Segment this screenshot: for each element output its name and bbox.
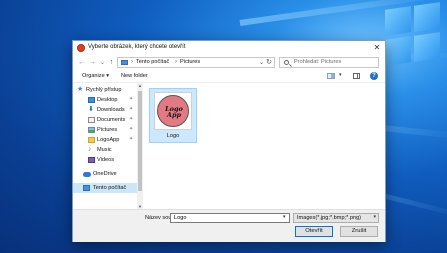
dialog-title: Vyberte obrázek, který chcete otevřít	[88, 44, 186, 50]
view-dropdown-icon[interactable]: ▾	[339, 72, 342, 78]
star-icon: ★	[77, 86, 84, 93]
new-folder-button[interactable]: New folder	[121, 73, 148, 79]
cloud-icon	[83, 172, 91, 177]
refresh-icon[interactable]: ↻	[266, 58, 272, 66]
file-item-logo[interactable]: Logo App Logo	[149, 88, 197, 143]
videos-icon	[88, 157, 95, 163]
forward-button[interactable]: →	[88, 58, 97, 68]
music-icon: ♪	[88, 146, 92, 153]
search-input[interactable]: Prohledat: Pictures	[279, 57, 379, 68]
scroll-up-icon[interactable]: ▲	[137, 83, 143, 88]
address-dropdown-icon[interactable]: ⌄	[259, 59, 264, 66]
chevron-down-icon: ⌄	[99, 60, 106, 66]
nav-item-quick-access[interactable]: ★ Rychlý přístup	[73, 85, 137, 95]
nav-item-logoapp[interactable]: LogoApp ✦	[73, 135, 137, 145]
pictures-icon	[88, 127, 95, 133]
close-icon: ✕	[373, 43, 381, 52]
file-thumbnail: Logo App	[154, 92, 192, 130]
file-name: Logo	[166, 133, 180, 139]
organize-button[interactable]: Organize ▾	[82, 73, 109, 79]
thumbnail-text: Logo App	[165, 105, 183, 119]
download-icon: ⬇	[88, 106, 94, 113]
chevron-down-icon: ▾	[373, 214, 376, 220]
pin-icon: ✦	[129, 126, 134, 132]
search-placeholder: Prohledat: Pictures	[294, 59, 342, 65]
close-button[interactable]: ✕	[371, 41, 383, 55]
preview-pane-icon[interactable]	[353, 73, 360, 79]
dialog-footer: Název souboru: Logo ▾ Images(*.jpg;*.bmp…	[73, 209, 385, 242]
desktop-icon	[88, 97, 95, 103]
nav-item-music[interactable]: ♪ Music	[73, 145, 137, 155]
nav-item-downloads[interactable]: ⬇ Downloads ✦	[73, 105, 137, 115]
computer-icon	[121, 60, 128, 65]
search-icon	[284, 60, 289, 65]
nav-item-documents[interactable]: Documents ✦	[73, 115, 137, 125]
nav-item-label: Documents	[97, 116, 126, 123]
breadcrumb-pictures[interactable]: Pictures	[180, 59, 200, 65]
breadcrumb-this-pc[interactable]: Tento počítač	[136, 59, 169, 65]
documents-icon	[88, 117, 95, 123]
help-icon[interactable]: ?	[370, 72, 378, 80]
address-bar[interactable]: › Tento počítač › Pictures ⌄ ↻	[117, 57, 275, 68]
back-button[interactable]: ←	[77, 58, 86, 68]
nav-item-desktop[interactable]: Desktop ✦	[73, 95, 137, 105]
pin-icon: ✦	[129, 116, 134, 122]
nav-item-label: Pictures	[97, 126, 118, 133]
arrow-up-icon: ↑	[109, 59, 114, 66]
scrollbar-thumb[interactable]	[138, 91, 142, 191]
navigation-pane: ★ Rychlý přístup Desktop ✦ ⬇ Downloads ✦…	[73, 83, 137, 209]
computer-icon	[83, 185, 90, 191]
arrow-left-icon: ←	[78, 59, 85, 66]
breadcrumb-separator: ›	[175, 59, 177, 65]
nav-item-label: Music	[97, 146, 112, 153]
pin-icon: ✦	[129, 136, 134, 142]
address-row: ← → ⌄ ↑ › Tento počítač › Pictures ⌄ ↻ P…	[73, 56, 385, 70]
app-icon	[77, 44, 85, 52]
nav-item-label: Rychlý přístup	[86, 86, 122, 93]
pin-icon: ✦	[129, 106, 134, 112]
arrow-right-icon: →	[89, 59, 96, 66]
nav-item-label: Desktop	[97, 96, 118, 103]
filetype-value: Images(*.jpg;*.bmp;*.png)	[297, 215, 362, 221]
nav-item-this-pc[interactable]: Tento počítač	[73, 183, 137, 193]
nav-item-pictures[interactable]: Pictures ✦	[73, 125, 137, 135]
filetype-select[interactable]: Images(*.jpg;*.bmp;*.png) ▾	[293, 213, 379, 223]
cancel-button[interactable]: Zrušit	[340, 226, 378, 237]
nav-item-onedrive[interactable]: OneDrive	[73, 169, 137, 179]
breadcrumb-separator: ›	[131, 59, 133, 65]
open-file-dialog: Vyberte obrázek, který chcete otevřít ✕ …	[72, 40, 386, 242]
filename-input[interactable]: Logo	[170, 213, 290, 223]
filename-dropdown-icon[interactable]: ▾	[283, 214, 286, 220]
nav-item-label: LogoApp	[97, 136, 120, 143]
recent-locations-button[interactable]: ⌄	[98, 58, 107, 68]
open-button[interactable]: Otevřít	[295, 226, 333, 237]
windows-logo	[385, 2, 445, 68]
up-button[interactable]: ↑	[107, 58, 116, 68]
navigation-scrollbar[interactable]: ▲ ▼	[137, 83, 143, 209]
title-bar[interactable]: Vyberte obrázek, který chcete otevřít ✕	[73, 41, 385, 55]
logo-image: Logo App	[157, 95, 189, 127]
nav-item-videos[interactable]: Videos	[73, 155, 137, 165]
pin-icon: ✦	[129, 96, 134, 102]
folder-icon	[88, 137, 95, 143]
command-bar: Organize ▾ New folder ▾ ?	[73, 71, 385, 83]
nav-item-label: Videos	[97, 156, 115, 163]
nav-item-label: Downloads	[97, 106, 125, 113]
file-list: Logo App Logo	[144, 83, 384, 209]
nav-item-label: Tento počítač	[93, 184, 127, 191]
nav-item-label: OneDrive	[93, 170, 117, 177]
view-options-icon[interactable]	[327, 73, 335, 79]
